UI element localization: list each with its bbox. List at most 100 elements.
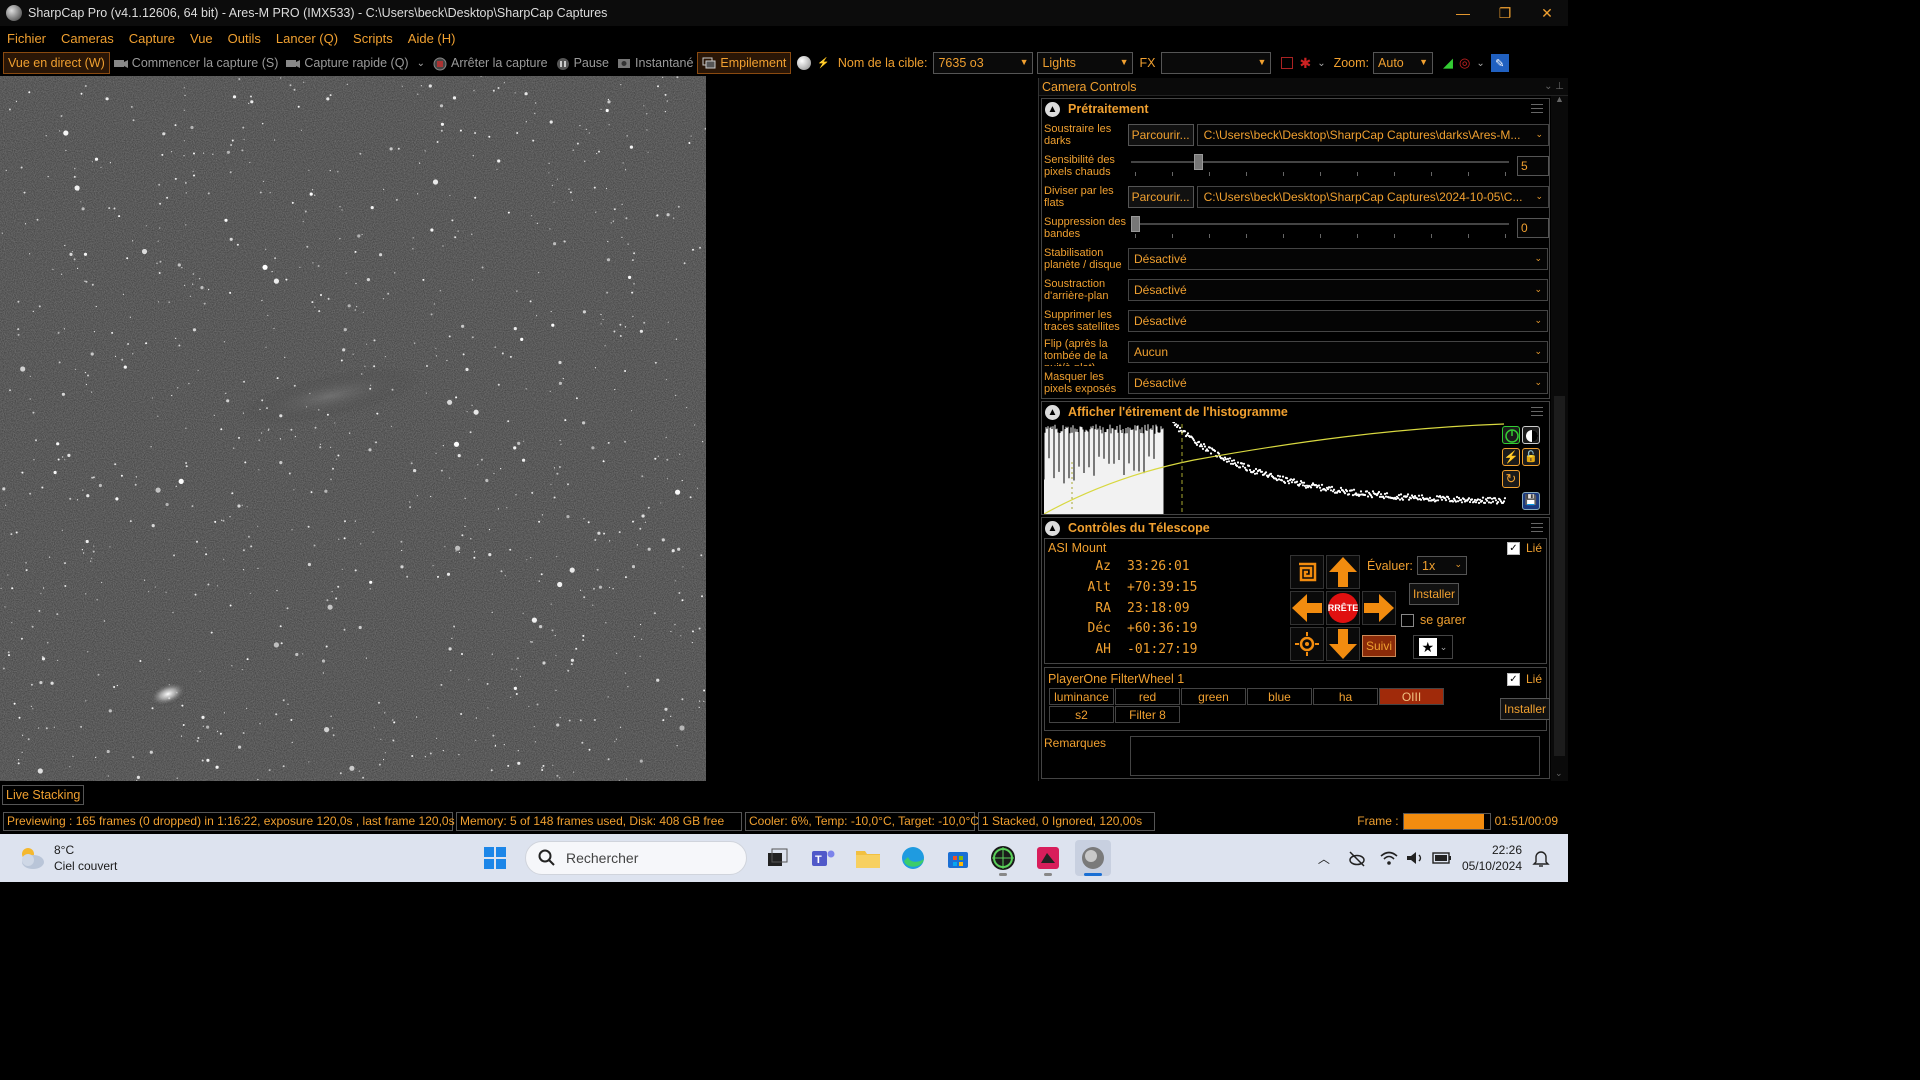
lock-icon[interactable]: 🔓	[1522, 448, 1540, 466]
weather-widget[interactable]: 8°C Ciel couvert	[18, 842, 117, 874]
collapse-icon[interactable]: ▲	[1045, 520, 1060, 536]
taskbar-search[interactable]: Rechercher	[525, 841, 747, 875]
app-pink-button[interactable]	[1030, 840, 1066, 876]
focus-icon[interactable]: ◎	[1459, 55, 1470, 71]
cloud-offline-icon[interactable]	[1348, 849, 1366, 867]
park-checkbox[interactable]	[1401, 613, 1414, 627]
scrollbar-thumb[interactable]	[1554, 396, 1565, 756]
task-view-button[interactable]	[760, 840, 796, 876]
wifi-icon[interactable]	[1380, 850, 1398, 866]
collapse-icon[interactable]: ▲	[1045, 404, 1060, 420]
start-button[interactable]	[477, 840, 513, 876]
telescope-header[interactable]: ▲ Contrôles du Télescope	[1042, 518, 1549, 538]
scroll-down-icon[interactable]: ⌄	[1555, 768, 1563, 779]
filter-oiii[interactable]: OIII	[1379, 688, 1444, 705]
mask-select[interactable]: Désactivé ⌄	[1128, 371, 1548, 394]
flats-browse-button[interactable]: Parcourir...	[1127, 185, 1194, 208]
chevron-up-icon[interactable]: ︿	[1318, 850, 1330, 867]
stop-mount-button[interactable]: RRÊTE	[1326, 591, 1360, 625]
save-icon[interactable]: 💾	[1522, 492, 1540, 510]
snapshot-button[interactable]: Instantané	[613, 52, 697, 74]
hotpix-slider[interactable]	[1131, 153, 1509, 178]
zoom-select[interactable]: Auto ▼	[1373, 52, 1434, 74]
reset-icon[interactable]: ↻	[1502, 470, 1520, 488]
mount-linked-checkbox[interactable]: ✓	[1506, 541, 1520, 555]
filter-s2[interactable]: s2	[1049, 706, 1114, 723]
hot-pixel-icon[interactable]: ⚡	[817, 58, 829, 69]
crosshair-icon[interactable]: ✱	[1299, 55, 1311, 72]
menu-icon[interactable]	[1531, 104, 1543, 113]
histogram-display[interactable]: ⚡ 🔓 ↻ 💾	[1043, 412, 1547, 515]
filter-blue[interactable]: blue	[1247, 688, 1312, 705]
reticle-icon[interactable]	[1281, 57, 1294, 69]
satellite-select[interactable]: Désactivé ⌄	[1128, 309, 1548, 332]
darks-path-select[interactable]: C:\Users\beck\Desktop\SharpCap Captures\…	[1196, 123, 1549, 146]
filterwheel-linked-checkbox[interactable]: ✓	[1506, 672, 1520, 686]
preprocessing-header[interactable]: ▲ Prétraitement	[1042, 99, 1549, 119]
menu-icon[interactable]	[1531, 407, 1543, 416]
move-south-button[interactable]	[1326, 627, 1360, 661]
filter-red[interactable]: red	[1115, 688, 1180, 705]
fx-select[interactable]: ▼	[1161, 52, 1272, 74]
filter-luminance[interactable]: luminance	[1049, 688, 1114, 705]
filterwheel-setup-button[interactable]: Installer	[1500, 698, 1551, 720]
flip-select[interactable]: Aucun ⌄	[1128, 340, 1548, 363]
spiral-search-button[interactable]	[1290, 555, 1324, 589]
auto-stretch-icon[interactable]: ⚡	[1502, 448, 1520, 466]
phd-guiding-button[interactable]	[985, 840, 1021, 876]
start-capture-button[interactable]: Commencer la capture (S)	[110, 52, 283, 74]
histogram-header[interactable]: ▲ Afficher l'étirement de l'histogramme	[1042, 402, 1549, 422]
live-view-button[interactable]: Vue en direct (W)	[3, 52, 110, 74]
darks-browse-button[interactable]: Parcourir...	[1127, 123, 1194, 146]
flats-path-select[interactable]: C:\Users\beck\Desktop\SharpCap Captures\…	[1196, 185, 1549, 208]
stop-capture-button[interactable]: Arrêter la capture	[429, 52, 552, 74]
move-north-button[interactable]	[1326, 555, 1360, 589]
filter-ha[interactable]: ha	[1313, 688, 1378, 705]
close-button[interactable]: ✕	[1526, 0, 1568, 26]
sun-icon[interactable]	[1290, 627, 1324, 661]
notification-bell-icon[interactable]	[1532, 849, 1550, 867]
file-explorer-button[interactable]	[850, 840, 886, 876]
contrast-icon[interactable]	[1522, 426, 1540, 444]
menu-scripts[interactable]: Scripts	[346, 31, 401, 46]
sphere-icon[interactable]	[797, 56, 812, 70]
menu-icon[interactable]	[1531, 523, 1543, 532]
notes-textarea[interactable]	[1130, 736, 1540, 776]
collapse-icon[interactable]: ▲	[1045, 101, 1060, 117]
teams-button[interactable]: T	[805, 840, 841, 876]
battery-icon[interactable]	[1432, 851, 1452, 865]
menu-outils[interactable]: Outils	[221, 31, 269, 46]
chevron-down-icon[interactable]: ⌄	[1317, 58, 1325, 69]
image-viewer[interactable]	[0, 76, 1032, 781]
pin-icon[interactable]: ⌄ ⊥	[1544, 81, 1564, 92]
mount-setup-button[interactable]: Installer	[1409, 583, 1460, 605]
histogram-icon[interactable]: ◢	[1443, 55, 1453, 71]
banding-value-input[interactable]: 0	[1517, 217, 1549, 238]
menu-fichier[interactable]: Fichier	[0, 31, 54, 46]
stabilization-select[interactable]: Désactivé ⌄	[1128, 247, 1548, 270]
filter-green[interactable]: green	[1181, 688, 1246, 705]
rate-select[interactable]: 1x ⌄	[1417, 556, 1467, 575]
banding-slider[interactable]	[1131, 215, 1509, 240]
clock[interactable]: 22:26 05/10/2024	[1462, 842, 1522, 874]
chevron-down-icon[interactable]: ⌄	[417, 58, 425, 69]
volume-icon[interactable]	[1406, 850, 1424, 866]
tracking-button[interactable]: Suivi	[1362, 635, 1397, 657]
slider-thumb[interactable]	[1131, 215, 1140, 232]
minimize-button[interactable]: —	[1442, 0, 1484, 26]
menu-aide[interactable]: Aide (H)	[401, 31, 464, 46]
background-select[interactable]: Désactivé ⌄	[1128, 278, 1548, 301]
menu-cameras[interactable]: Cameras	[54, 31, 122, 46]
panel-scrollbar[interactable]: ▲ ⌄	[1551, 94, 1568, 781]
star-favorite-button[interactable]: ★ ⌄	[1413, 635, 1453, 659]
live-stacking-tab[interactable]: Live Stacking	[2, 785, 85, 805]
store-button[interactable]	[940, 840, 976, 876]
scroll-up-icon[interactable]: ▲	[1555, 94, 1564, 104]
filter-8[interactable]: Filter 8	[1115, 706, 1180, 723]
menu-lancer[interactable]: Lancer (Q)	[269, 31, 346, 46]
slider-thumb[interactable]	[1193, 153, 1203, 170]
target-name-input[interactable]: 7635 o3 ▼	[933, 52, 1034, 74]
menu-capture[interactable]: Capture	[122, 31, 183, 46]
stacking-button[interactable]: Empilement	[697, 52, 792, 74]
edge-button[interactable]	[895, 840, 931, 876]
